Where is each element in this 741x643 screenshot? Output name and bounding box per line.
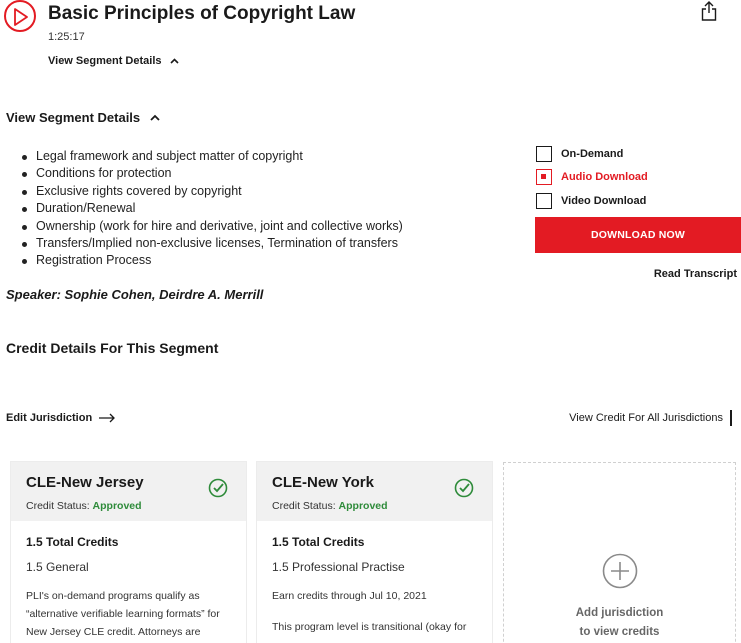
edit-jurisdiction-label: Edit Jurisdiction	[6, 412, 93, 424]
read-transcript-link[interactable]: Read Transcript	[654, 268, 737, 280]
credit-status-label: Credit Status:	[272, 500, 336, 512]
topic-item: Conditions for protection	[22, 165, 403, 182]
share-icon[interactable]	[701, 1, 717, 21]
card-body: 1.5 Total Credits 1.5 Professional Pract…	[257, 521, 492, 636]
audio-download-checkbox[interactable]	[536, 169, 552, 185]
credit-card-new-york: CLE-New York Credit Status: Approved 1.5…	[257, 462, 492, 643]
topic-item: Ownership (work for hire and derivative,…	[22, 218, 403, 235]
topic-item: Registration Process	[22, 252, 403, 269]
format-option-label: Audio Download	[561, 171, 648, 183]
total-credits: 1.5 Total Credits	[272, 535, 365, 549]
credit-status-label: Credit Status:	[26, 500, 90, 512]
view-segment-details-toggle-top[interactable]: View Segment Details	[48, 55, 179, 67]
total-credits: 1.5 Total Credits	[26, 535, 119, 549]
play-circle-icon[interactable]	[4, 0, 36, 32]
view-credit-all-jurisdictions-link[interactable]: View Credit For All Jurisdictions	[569, 410, 732, 426]
view-segment-details-toggle[interactable]: View Segment Details	[6, 110, 160, 125]
add-jurisdiction-text: Add jurisdiction to view credits	[504, 604, 735, 642]
program-duration: 1:25:17	[48, 31, 85, 43]
card-body: 1.5 Total Credits 1.5 General PLI's on-d…	[11, 521, 246, 643]
format-option-on-demand[interactable]: On-Demand	[536, 146, 623, 162]
check-circle-icon	[454, 478, 474, 498]
credit-status-value: Approved	[338, 500, 388, 512]
add-jurisdiction-line1: Add jurisdiction	[575, 607, 664, 619]
earn-through-date: Earn credits through Jul 10, 2021	[272, 590, 427, 602]
speaker-line: Speaker: Sophie Cohen, Deirdre A. Merril…	[6, 287, 264, 302]
segment-toggle-label: View Segment Details	[6, 110, 141, 125]
plus-circle-icon	[602, 553, 638, 589]
check-circle-icon	[208, 478, 228, 498]
arrow-right-icon	[99, 413, 116, 423]
credit-status: Credit Status: Approved	[272, 500, 478, 512]
card-header: CLE-New Jersey Credit Status: Approved	[11, 462, 246, 521]
card-header: CLE-New York Credit Status: Approved	[257, 462, 492, 521]
video-download-checkbox[interactable]	[536, 193, 552, 209]
format-option-audio-download[interactable]: Audio Download	[536, 169, 648, 185]
format-option-label: Video Download	[561, 195, 647, 207]
credit-status-value: Approved	[92, 500, 142, 512]
topic-item: Duration/Renewal	[22, 200, 403, 217]
segment-topic-list: Legal framework and subject matter of co…	[22, 148, 403, 270]
edit-jurisdiction-link[interactable]: Edit Jurisdiction	[6, 412, 116, 424]
format-option-video-download[interactable]: Video Download	[536, 193, 646, 209]
chevron-up-icon	[150, 114, 160, 121]
topic-item: Transfers/Implied non-exclusive licenses…	[22, 235, 403, 252]
add-jurisdiction-line2: to view credits	[579, 626, 660, 638]
credit-type: 1.5 General	[26, 560, 89, 574]
topic-item: Exclusive rights covered by copyright	[22, 183, 403, 200]
on-demand-checkbox[interactable]	[536, 146, 552, 162]
format-option-label: On-Demand	[561, 148, 624, 160]
add-jurisdiction-card[interactable]: Add jurisdiction to view credits	[503, 462, 736, 643]
download-now-button[interactable]: DOWNLOAD NOW	[535, 217, 741, 253]
chevron-up-icon	[169, 58, 179, 64]
card-note: PLI's on-demand programs qualify as “alt…	[26, 590, 220, 638]
card-title: CLE-New York	[272, 474, 374, 491]
credit-type: 1.5 Professional Practise	[272, 560, 405, 574]
credit-details-heading: Credit Details For This Segment	[6, 340, 219, 356]
card-note: This program level is transitional (okay…	[272, 621, 467, 633]
program-title: Basic Principles of Copyright Law	[48, 3, 356, 24]
segment-toggle-label: View Segment Details	[48, 55, 162, 67]
card-title: CLE-New Jersey	[26, 474, 144, 491]
credit-status: Credit Status: Approved	[26, 500, 232, 512]
credit-card-new-jersey: CLE-New Jersey Credit Status: Approved 1…	[11, 462, 246, 643]
topic-item: Legal framework and subject matter of co…	[22, 148, 403, 165]
